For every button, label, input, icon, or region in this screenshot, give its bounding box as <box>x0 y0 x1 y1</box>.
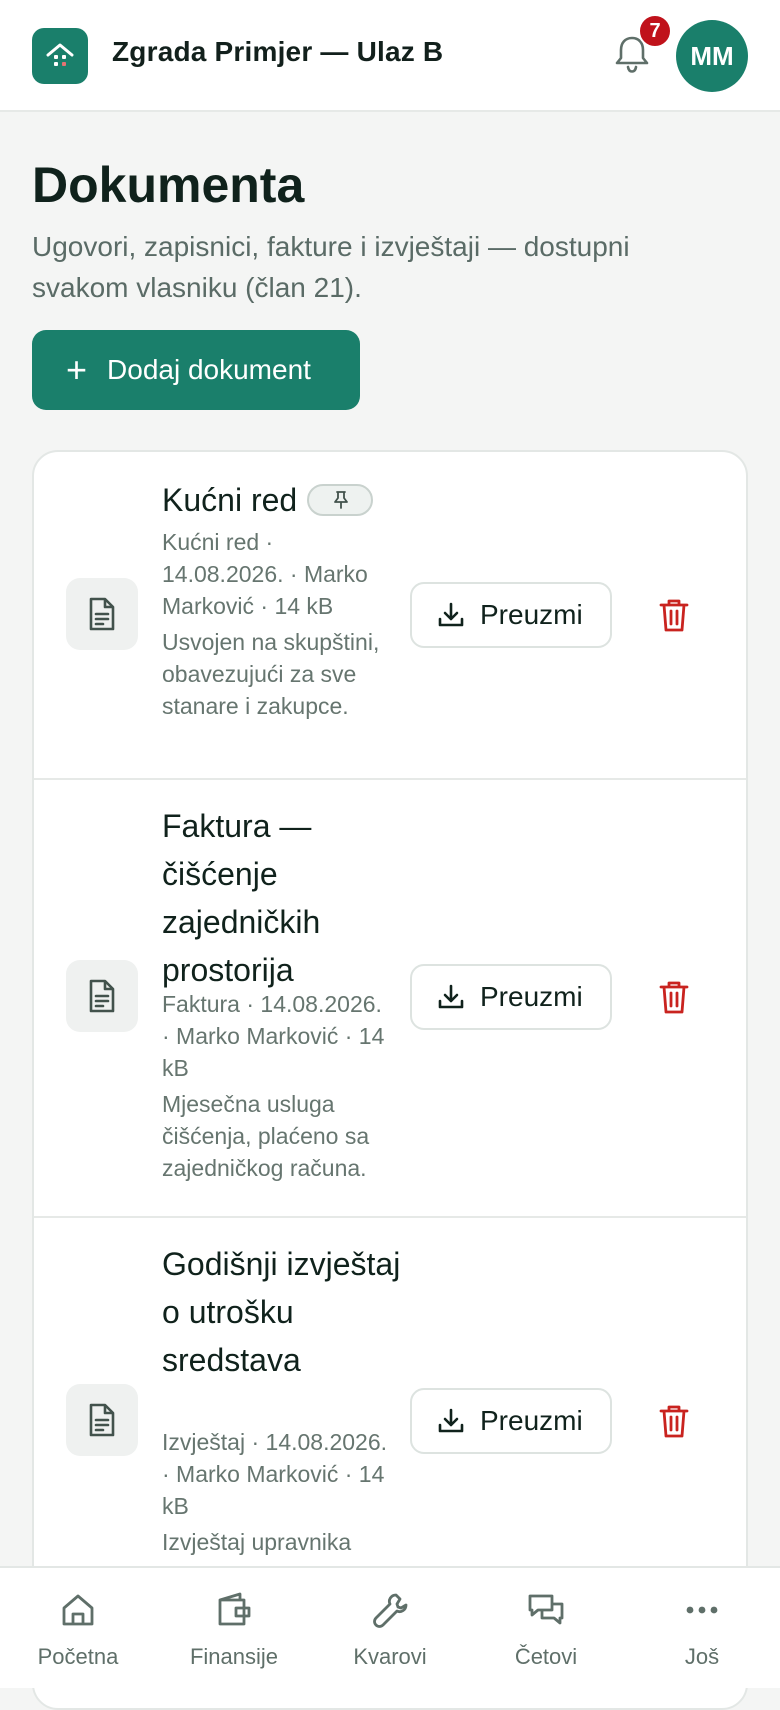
nav-label: Još <box>684 1644 720 1669</box>
trash-icon[interactable] <box>658 979 690 1015</box>
download-button[interactable]: Preuzmi <box>410 1388 612 1454</box>
chat-icon <box>528 1594 564 1625</box>
download-icon <box>438 1408 464 1433</box>
document-description: Usvojen na skupštini, obavezujući za sve… <box>162 629 380 719</box>
document-file-icon <box>66 960 138 1032</box>
add-document-label: Dodaj dokument <box>107 354 311 385</box>
home-icon <box>62 1594 94 1626</box>
app-logo[interactable] <box>32 28 88 84</box>
document-title[interactable]: Faktura — čišćenje zajedničkih prostorij… <box>162 802 402 994</box>
document-file-icon <box>66 578 138 650</box>
document-file-icon <box>66 1384 138 1456</box>
add-document-button[interactable]: + Dodaj dokument <box>32 330 360 410</box>
page-title: Dokumenta <box>32 157 305 213</box>
pin-icon <box>334 490 349 509</box>
documents-list: Kućni red Kućni red · 14.08.2026. · Mark… <box>32 450 748 1710</box>
wallet-icon <box>218 1592 251 1626</box>
document-title[interactable]: Godišnji izvještaj o utrošku sredstava <box>162 1240 402 1384</box>
download-label: Preuzmi <box>480 981 583 1012</box>
nav-label: Četovi <box>514 1644 578 1669</box>
building-icon <box>46 43 74 66</box>
page-subtitle: Ugovori, zapisnici, fakture i izvještaji… <box>32 231 630 303</box>
wrench-icon <box>373 1593 408 1628</box>
nav-label: Finansije <box>189 1644 279 1669</box>
document-row: Faktura — čišćenje zajedničkih prostorij… <box>34 778 746 1218</box>
document-row: Kućni red Kućni red · 14.08.2026. · Mark… <box>34 452 746 780</box>
nav-label: Početna <box>37 1644 119 1669</box>
notification-badge: 7 <box>638 14 672 48</box>
download-label: Preuzmi <box>480 599 583 630</box>
document-title[interactable]: Kućni red <box>162 476 442 524</box>
download-label: Preuzmi <box>480 1405 583 1436</box>
nav-item-pocetna[interactable]: Početna <box>0 1568 156 1688</box>
document-meta: Faktura · 14.08.2026. · Marko Marković ·… <box>162 991 385 1081</box>
document-meta: Izvještaj · 14.08.2026. · Marko Marković… <box>162 1429 388 1519</box>
download-icon <box>438 984 464 1009</box>
user-avatar[interactable]: MM <box>676 20 748 92</box>
plus-icon: + <box>66 349 88 390</box>
download-button[interactable]: Preuzmi <box>410 964 612 1030</box>
pinned-badge <box>307 483 374 516</box>
trash-icon[interactable] <box>658 597 690 633</box>
top-bar: Zgrada Primjer — Ulaz B 7 MM <box>0 0 780 112</box>
nav-item-cetovi[interactable]: Četovi <box>468 1568 624 1688</box>
download-icon <box>438 602 464 627</box>
more-icon <box>686 1606 718 1614</box>
building-name[interactable]: Zgrada Primjer — Ulaz B <box>112 36 443 68</box>
bottom-navigation: Početna Finansije Kvarovi Četovi Još <box>0 1566 780 1688</box>
nav-label: Kvarovi <box>353 1644 427 1669</box>
nav-item-kvarovi[interactable]: Kvarovi <box>312 1568 468 1688</box>
document-meta: Kućni red · 14.08.2026. · Marko Marković… <box>162 529 368 619</box>
download-button[interactable]: Preuzmi <box>410 582 612 648</box>
trash-icon[interactable] <box>658 1403 690 1439</box>
nav-item-jos[interactable]: Još <box>624 1568 780 1688</box>
document-description: Izvještaj upravnika <box>162 1529 352 1555</box>
nav-item-finansije[interactable]: Finansije <box>156 1568 312 1688</box>
document-description: Mjesečna usluga čišćenja, plaćeno sa zaj… <box>162 1091 370 1181</box>
